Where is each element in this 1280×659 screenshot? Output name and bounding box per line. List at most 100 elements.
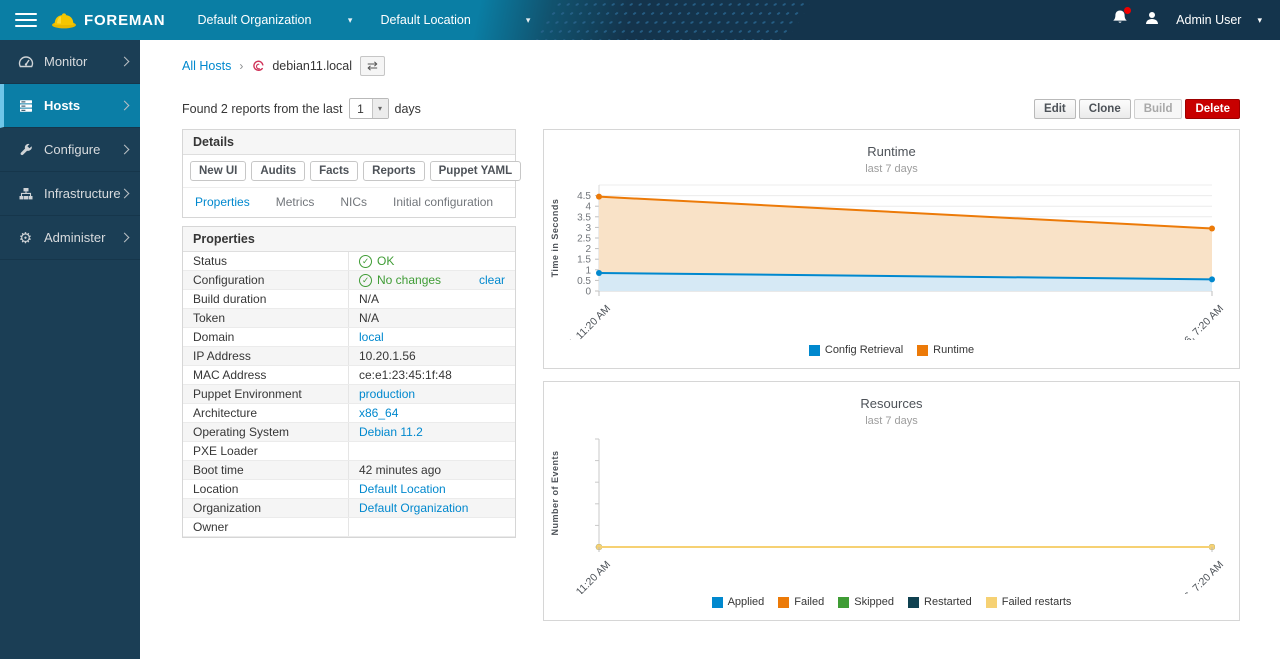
chevron-right-icon [120,189,130,199]
notifications-bell-icon[interactable] [1112,9,1128,31]
resources-chart-panel: Resources last 7 days 11/25, 11:20 AM12/… [543,381,1240,621]
sidebar-item-administer[interactable]: ⚙ Administer [0,216,140,260]
property-key: Build duration [183,290,349,308]
table-row: IP Address10.20.1.56 [183,347,515,366]
tab-nics[interactable]: NICs [340,195,367,209]
property-key: Puppet Environment [183,385,349,403]
build-button: Build [1134,99,1183,119]
organization-selector[interactable]: Default Organization ▾ [187,0,362,40]
chevron-down-icon[interactable]: ▾ [1257,15,1262,26]
property-key: PXE Loader [183,442,349,460]
legend-swatch [838,597,849,608]
facts-button[interactable]: Facts [310,161,358,181]
legend-item[interactable]: Config Retrieval [809,344,903,356]
property-value [349,525,515,529]
clear-link[interactable]: clear [479,273,505,287]
svg-text:12/16, 7:20 AM: 12/16, 7:20 AM [1168,303,1226,340]
tab-properties[interactable]: Properties [195,195,250,209]
host-switcher-button[interactable]: ⇄ [360,56,385,76]
legend-item[interactable]: Applied [712,596,765,608]
property-key: Status [183,252,349,270]
runtime-chart: 00.511.522.533.544.511/25, 11:20 AM12/16… [544,177,1239,345]
runtime-chart-svg: 00.511.522.533.544.511/25, 11:20 AM12/16… [544,177,1239,340]
details-tabs: Properties Metrics NICs Initial configur… [183,188,515,217]
sidebar-item-label: Monitor [44,54,87,69]
legend-item[interactable]: Restarted [908,596,972,608]
legend-swatch [778,597,789,608]
days-suffix-text: days [395,102,421,116]
legend-item[interactable]: Skipped [838,596,894,608]
foreman-helmet-icon [51,10,77,30]
top-navbar: FOREMAN Default Organization ▾ Default L… [0,0,1280,40]
audits-button[interactable]: Audits [251,161,305,181]
user-menu[interactable]: Admin User [1176,13,1241,27]
puppet-yaml-button[interactable]: Puppet YAML [430,161,521,181]
property-value: ✓No changesclear [349,271,515,289]
tab-initial-configuration[interactable]: Initial configuration [393,195,493,209]
properties-table: Status✓OKConfiguration✓No changesclearBu… [183,252,515,537]
property-value-link[interactable]: Debian 11.2 [359,425,423,439]
legend-label: Failed restarts [1002,596,1072,608]
table-row: Build durationN/A [183,290,515,309]
property-value: local [349,328,515,346]
organization-selector-label: Default Organization [197,13,311,27]
property-value-link[interactable]: x86_64 [359,406,398,420]
days-select[interactable]: 1 ▾ [349,98,389,119]
legend-item[interactable]: Failed [778,596,824,608]
property-key: Boot time [183,461,349,479]
foreman-brand[interactable]: FOREMAN [51,10,165,30]
property-value-link[interactable]: production [359,387,415,401]
property-value-link[interactable]: local [359,330,384,344]
table-row: OrganizationDefault Organization [183,499,515,518]
table-row: TokenN/A [183,309,515,328]
breadcrumb-all-hosts-link[interactable]: All Hosts [182,59,231,73]
chevron-right-icon [120,233,130,243]
table-row: Operating SystemDebian 11.2 [183,423,515,442]
tab-metrics[interactable]: Metrics [276,195,315,209]
property-value: ✓OK [349,252,515,270]
location-selector[interactable]: Default Location ▾ [370,0,540,40]
edit-button[interactable]: Edit [1034,99,1076,119]
property-value-link[interactable]: Default Location [359,482,446,496]
property-value: Default Location [349,480,515,498]
sidebar-item-monitor[interactable]: Monitor [0,40,140,84]
chevron-down-icon: ▾ [372,99,388,118]
clone-button[interactable]: Clone [1079,99,1131,119]
property-key: Token [183,309,349,327]
chevron-right-icon [120,145,130,155]
property-key: Domain [183,328,349,346]
sidebar-item-label: Infrastructure [44,186,121,201]
reports-button[interactable]: Reports [363,161,424,181]
property-value: N/A [349,309,515,327]
property-value: 10.20.1.56 [349,347,515,365]
user-avatar-icon[interactable] [1144,10,1160,31]
legend-swatch [917,345,928,356]
legend-item[interactable]: Runtime [917,344,974,356]
details-buttons: New UI Audits Facts Reports Puppet YAML [183,155,515,188]
new-ui-button[interactable]: New UI [190,161,246,181]
gauge-icon [17,53,34,70]
wrench-icon [17,141,34,158]
property-value-link[interactable]: Default Organization [359,501,468,515]
property-value: Default Organization [349,499,515,517]
resources-chart-svg: 11/25, 11:20 AM12/16, 7:20 AMNumber of E… [544,429,1239,594]
runtime-chart-panel: Runtime last 7 days 00.511.522.533.544.5… [543,129,1240,369]
svg-text:3.5: 3.5 [577,212,591,223]
y-axis-label: Time in Seconds [550,199,560,278]
svg-text:1: 1 [585,265,591,276]
hamburger-menu-icon[interactable] [15,9,37,31]
sidebar-item-infrastructure[interactable]: Infrastructure [0,172,140,216]
legend-label: Config Retrieval [825,344,903,356]
legend-label: Runtime [933,344,974,356]
legend-label: Restarted [924,596,972,608]
sidebar-item-configure[interactable]: Configure [0,128,140,172]
delete-button[interactable]: Delete [1185,99,1240,119]
svg-text:4: 4 [585,202,591,213]
legend-label: Failed [794,596,824,608]
host-name: debian11.local [272,59,352,73]
runtime-chart-title: Runtime [544,144,1239,159]
sidebar-item-hosts[interactable]: Hosts [0,84,140,128]
brand-name: FOREMAN [84,12,165,29]
legend-item[interactable]: Failed restarts [986,596,1072,608]
navbar-pattern [533,0,813,40]
